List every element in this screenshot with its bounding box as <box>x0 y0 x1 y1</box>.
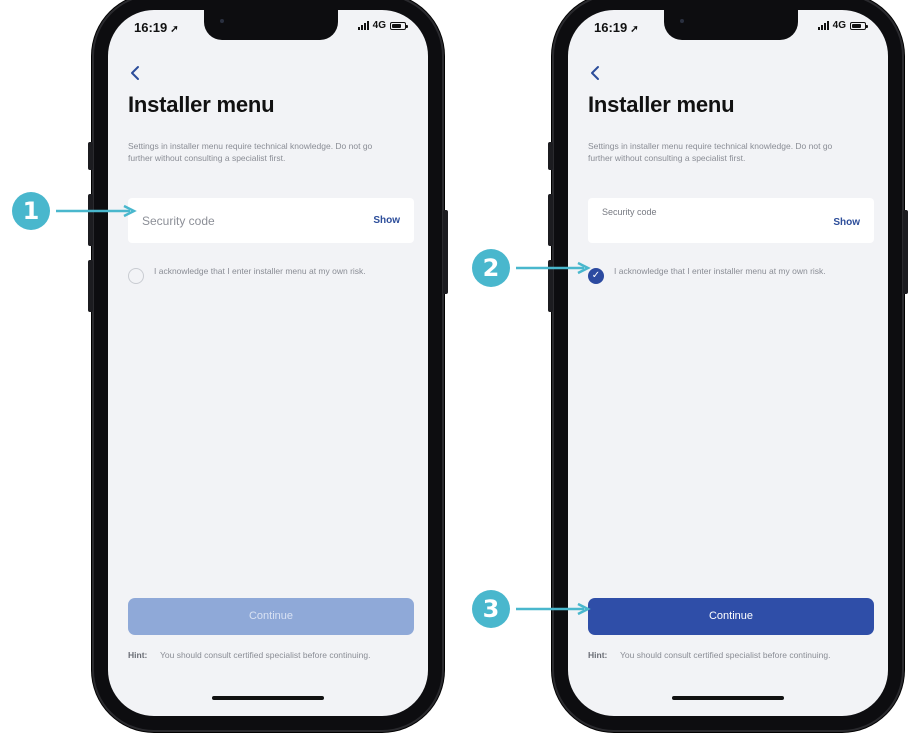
hint-label: Hint: <box>588 650 608 660</box>
volume-down-button <box>88 260 93 312</box>
tutorial-stage: 16:19 ➚ 4G Installer menu Settings in ins… <box>0 0 922 736</box>
status-bar-time: 16:19 ➚ <box>134 20 179 35</box>
status-bar-time: 16:19 ➚ <box>594 20 639 35</box>
volume-up-button <box>88 194 93 246</box>
phone-step-1: 16:19 ➚ 4G Installer menu Settings in ins… <box>88 0 448 732</box>
back-chevron-icon[interactable] <box>588 64 604 82</box>
home-indicator[interactable] <box>672 696 784 700</box>
show-code-button[interactable]: Show <box>373 215 400 226</box>
checkmark-icon: ✓ <box>591 270 601 281</box>
security-code-field[interactable]: Security code Show <box>128 198 414 243</box>
page-description: Settings in installer menu require techn… <box>128 141 373 163</box>
hint-text: You should consult certified specialist … <box>620 650 831 660</box>
notch <box>204 10 338 40</box>
hint-label: Hint: <box>128 650 148 660</box>
step-2-arrow-icon <box>516 261 591 275</box>
status-bar-right: 4G <box>817 20 868 31</box>
signal-icon <box>817 21 829 30</box>
signal-icon <box>357 21 369 30</box>
acknowledge-row[interactable]: I acknowledge that I enter installer men… <box>128 266 408 292</box>
step-1-arrow-icon <box>56 204 137 218</box>
power-button <box>443 210 448 294</box>
step-3-callout: 3 <box>472 590 510 628</box>
notch <box>664 10 798 40</box>
phone-screen: 16:19 ➚ 4G Installer menu Settings in ins… <box>568 10 888 716</box>
hint-text: You should consult certified specialist … <box>160 650 371 660</box>
acknowledge-text: I acknowledge that I enter installer men… <box>154 266 366 276</box>
network-label: 4G <box>372 20 386 31</box>
back-chevron-icon[interactable] <box>128 64 144 82</box>
continue-button[interactable]: Continue <box>128 598 414 635</box>
phone-step-2: 16:19 ➚ 4G Installer menu Settings in ins… <box>548 0 908 732</box>
network-label: 4G <box>832 20 846 31</box>
page-title: Installer menu <box>128 92 275 117</box>
acknowledge-radio[interactable] <box>128 268 144 284</box>
continue-button[interactable]: Continue <box>588 598 874 635</box>
navigation-arrow-icon: ➚ <box>630 24 639 35</box>
page-title: Installer menu <box>588 92 735 117</box>
phone-screen: 16:19 ➚ 4G Installer menu Settings in ins… <box>108 10 428 716</box>
camera-icon <box>680 19 684 23</box>
power-button <box>903 210 908 294</box>
camera-icon <box>220 19 224 23</box>
time-text: 16:19 <box>134 20 168 35</box>
page-description: Settings in installer menu require techn… <box>588 141 833 163</box>
status-bar-right: 4G <box>357 20 408 31</box>
security-code-input[interactable]: Security code <box>142 214 215 228</box>
mute-switch <box>88 142 93 170</box>
step-1-callout: 1 <box>12 192 50 230</box>
security-code-label[interactable]: Security code <box>602 207 657 217</box>
home-indicator[interactable] <box>212 696 324 700</box>
time-text: 16:19 <box>594 20 628 35</box>
step-2-callout: 2 <box>472 249 510 287</box>
navigation-arrow-icon: ➚ <box>170 24 179 35</box>
security-code-field[interactable]: Security code Show <box>588 198 874 243</box>
battery-icon <box>850 21 868 30</box>
mute-switch <box>548 142 553 170</box>
step-3-arrow-icon <box>516 602 591 616</box>
acknowledge-text: I acknowledge that I enter installer men… <box>614 266 826 276</box>
battery-icon <box>390 21 408 30</box>
acknowledge-row[interactable]: ✓ I acknowledge that I enter installer m… <box>588 266 868 292</box>
volume-up-button <box>548 194 553 246</box>
show-code-button[interactable]: Show <box>833 217 860 228</box>
